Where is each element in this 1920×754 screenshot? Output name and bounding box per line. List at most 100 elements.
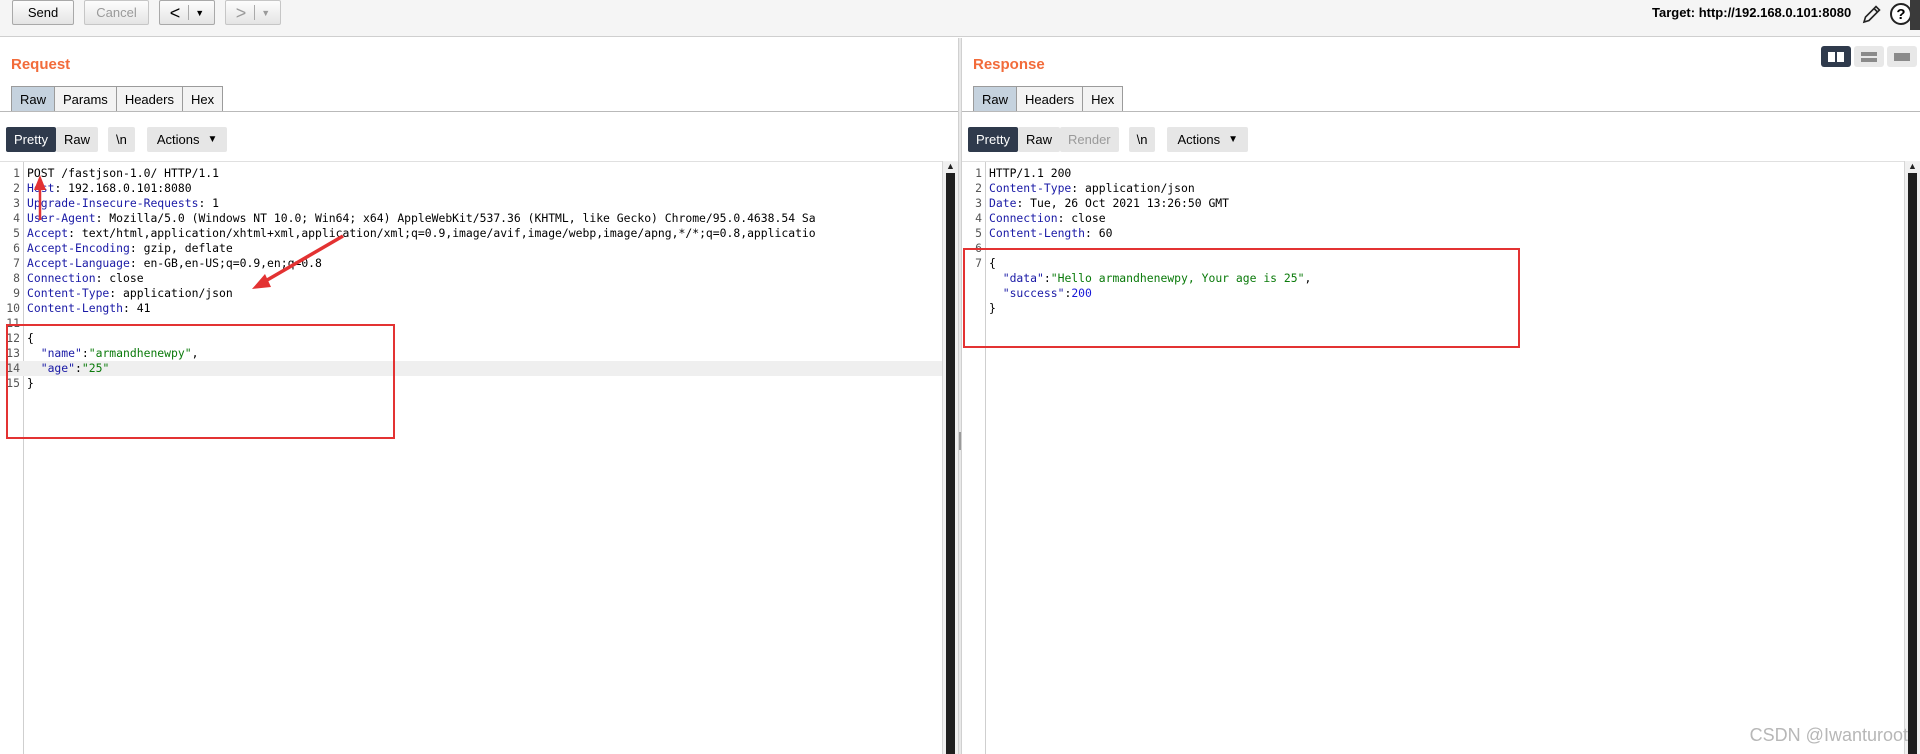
edit-target-pencil-icon[interactable] (1860, 2, 1884, 26)
response-scroll-thumb[interactable] (1908, 173, 1917, 754)
request-tabs-divider (0, 111, 958, 112)
response-view-bar: Pretty Raw Render \n Actions ▼ (968, 127, 1249, 152)
request-pretty-button[interactable]: Pretty (6, 127, 56, 152)
header-name: Upgrade-Insecure-Requests (27, 196, 199, 210)
header-name: Host (27, 181, 55, 195)
code-text: Connection: close (27, 271, 144, 285)
layout-tabbed-icon[interactable] (1887, 46, 1917, 67)
request-actions-label: Actions (156, 132, 200, 147)
send-label: Send (27, 5, 59, 20)
code-text: Content-Length: 41 (27, 301, 151, 315)
back-dropdown-icon[interactable]: ▼ (195, 8, 204, 18)
response-tabs: Raw Headers Hex (973, 86, 1124, 111)
line-number: 9 (13, 286, 20, 300)
request-code-line: 9 Content-Type: application/json (0, 286, 942, 301)
response-tab-hex[interactable]: Hex (1082, 86, 1124, 111)
layout-side-by-side-icon[interactable] (1821, 46, 1851, 67)
line-number: 6 (13, 241, 20, 255)
line-number: 3 (13, 196, 20, 210)
response-code-line: 2 Content-Type: application/json (962, 181, 1904, 196)
code-text: Content-Length: 60 (989, 226, 1113, 240)
request-raw-button[interactable]: Raw (55, 127, 98, 152)
response-body-highlight-box (963, 248, 1520, 348)
code-text: Date: Tue, 26 Oct 2021 13:26:50 GMT (989, 196, 1230, 210)
burp-repeater-window: Send Cancel < ▼ > ▼ Target: http://192.1… (0, 0, 1920, 754)
code-text: Connection: close (989, 211, 1106, 225)
response-render-button[interactable]: Render (1059, 127, 1119, 152)
line-number: 10 (6, 301, 20, 315)
request-code-line: 4 User-Agent: Mozilla/5.0 (Windows NT 10.… (0, 211, 942, 226)
response-tab-headers[interactable]: Headers (1016, 86, 1084, 111)
response-raw-button[interactable]: Raw (1017, 127, 1060, 152)
request-title: Request (11, 56, 71, 73)
target-label: Target: http://192.168.0.101:8080 (1652, 5, 1852, 20)
chevron-down-icon: ▼ (1228, 134, 1239, 145)
request-pane: Request Raw Params Headers Hex Pretty Ra… (0, 38, 958, 754)
request-code-line: 3 Upgrade-Insecure-Requests: 1 (0, 196, 942, 211)
cancel-button[interactable]: Cancel (84, 0, 149, 25)
response-actions-button[interactable]: Actions ▼ (1167, 127, 1249, 152)
request-editor[interactable]: 1 POST /fastjson-1.0/ HTTP/1.1 2 Host: 192.… (0, 161, 942, 754)
line-number: 5 (13, 226, 20, 240)
response-code-line: 5 Content-Length: 60 (962, 226, 1904, 241)
code-text: Accept-Encoding: gzip, deflate (27, 241, 233, 255)
scroll-up-icon[interactable]: ▲ (1908, 161, 1917, 171)
request-tab-raw[interactable]: Raw (11, 86, 56, 111)
line-number: 8 (13, 271, 20, 285)
request-scroll-thumb[interactable] (946, 173, 955, 754)
header-name: Content-Type (27, 286, 110, 300)
cancel-label: Cancel (96, 5, 137, 20)
response-code-line: 1 HTTP/1.1 200 (962, 166, 1904, 181)
response-code-line: 3 Date: Tue, 26 Oct 2021 13:26:50 GMT (962, 196, 1904, 211)
header-name: Accept-Encoding (27, 241, 130, 255)
forward-dropdown-icon[interactable]: ▼ (261, 8, 270, 18)
splitter-grip[interactable] (959, 432, 961, 450)
header-name: Accept-Language (27, 256, 130, 270)
request-tab-headers[interactable]: Headers (115, 86, 183, 111)
response-newline-toggle[interactable]: \n (1128, 127, 1156, 152)
scroll-up-icon[interactable]: ▲ (946, 161, 955, 171)
code-text: HTTP/1.1 200 (989, 166, 1072, 180)
header-name: Content-Length (989, 226, 1086, 240)
response-pretty-button[interactable]: Pretty (968, 127, 1018, 152)
request-tab-params[interactable]: Params (54, 86, 117, 111)
send-button[interactable]: Send (12, 0, 74, 25)
header-name: Connection (989, 211, 1058, 225)
layout-switcher (1818, 46, 1917, 67)
code-text: Accept-Language: en-GB,en-US;q=0.9,en;q=… (27, 256, 322, 270)
header-name: User-Agent (27, 211, 96, 225)
request-newline-toggle[interactable]: \n (107, 127, 135, 152)
back-button[interactable]: < ▼ (159, 0, 215, 25)
header-name: Connection (27, 271, 96, 285)
code-text: Host: 192.168.0.101:8080 (27, 181, 192, 195)
response-code-line: 4 Connection: close (962, 211, 1904, 226)
request-tab-hex[interactable]: Hex (181, 86, 224, 111)
forward-arrow-icon: > (235, 2, 247, 23)
back-arrow-icon: < (169, 2, 181, 23)
request-code-line: 10 Content-Length: 41 (0, 301, 942, 316)
request-code-line: 1 POST /fastjson-1.0/ HTTP/1.1 (0, 166, 942, 181)
line-number: 1 (13, 166, 20, 180)
request-body-highlight-box (6, 324, 395, 439)
request-actions-button[interactable]: Actions ▼ (146, 127, 228, 152)
line-number: 4 (975, 211, 982, 225)
response-tabs-divider (962, 111, 1920, 112)
request-scrollbar[interactable]: ▲ (942, 161, 958, 754)
request-code-line: 8 Connection: close (0, 271, 942, 286)
code-text: Upgrade-Insecure-Requests: 1 (27, 196, 220, 210)
response-scrollbar[interactable]: ▲ (1904, 161, 1920, 754)
repeater-toolbar: Send Cancel < ▼ > ▼ Target: http://192.1… (0, 0, 1920, 37)
response-pane: Response Raw Headers Hex Pretty Raw Rend… (962, 38, 1920, 754)
response-tab-raw[interactable]: Raw (973, 86, 1018, 111)
header-name: Content-Type (989, 181, 1072, 195)
code-text: User-Agent: Mozilla/5.0 (Windows NT 10.0… (27, 211, 816, 225)
layout-stacked-icon[interactable] (1854, 46, 1884, 67)
response-actions-label: Actions (1177, 132, 1221, 147)
forward-button[interactable]: > ▼ (225, 0, 281, 25)
line-number: 7 (13, 256, 20, 270)
code-text: POST /fastjson-1.0/ HTTP/1.1 (27, 166, 220, 180)
request-code-line: 5 Accept: text/html,application/xhtml+xml… (0, 226, 942, 241)
help-icon[interactable]: ? (1890, 3, 1912, 25)
header-name: Accept (27, 226, 69, 240)
request-code-line: 7 Accept-Language: en-GB,en-US;q=0.9,en;q… (0, 256, 942, 271)
